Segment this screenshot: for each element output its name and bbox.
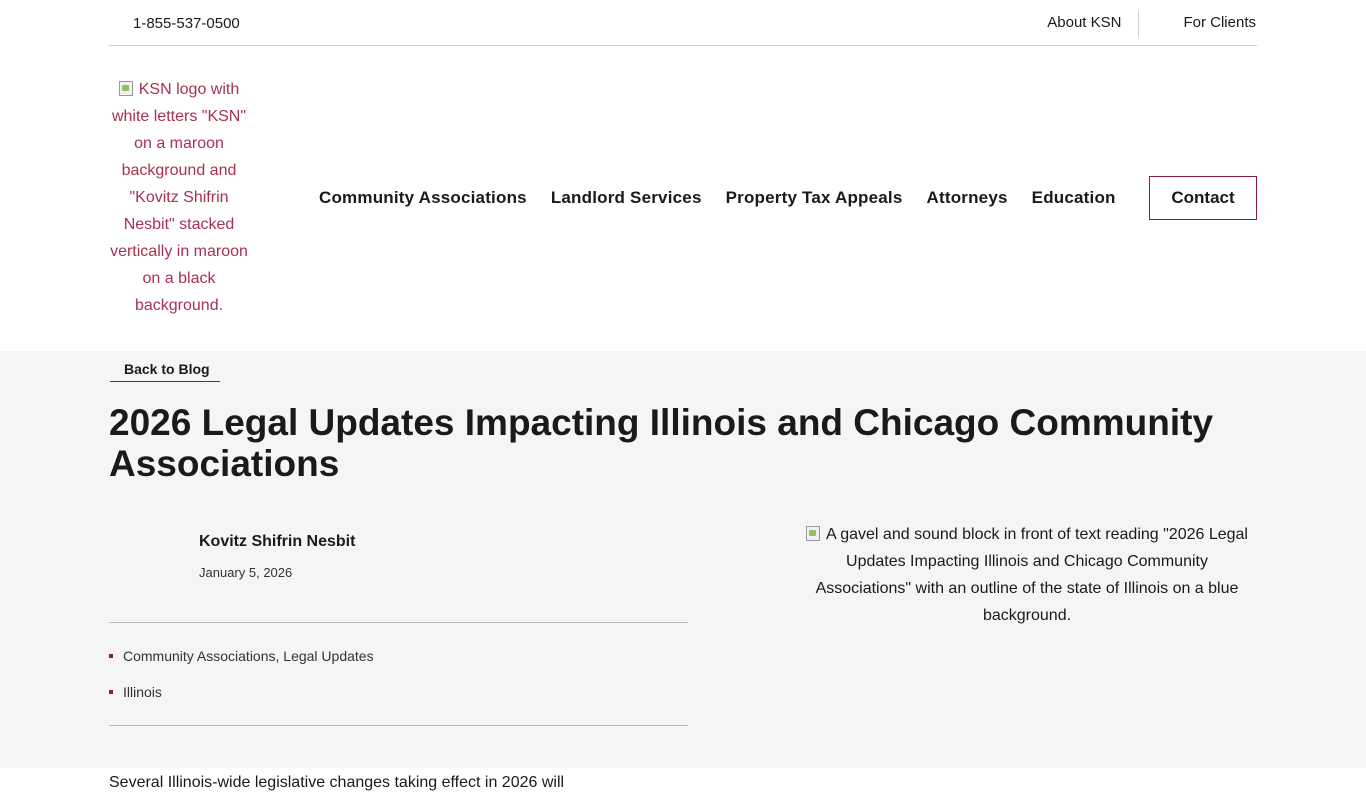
nav-community-associations[interactable]: Community Associations: [307, 188, 539, 208]
contact-button[interactable]: Contact: [1149, 176, 1257, 220]
blog-post: Back to Blog 2026 Legal Updates Impactin…: [0, 351, 1366, 791]
category-item[interactable]: Community Associations, Legal Updates: [109, 647, 374, 683]
site-logo[interactable]: KSN logo with white letters "KSN" on a m…: [109, 76, 249, 319]
main-nav: Community Associations Landlord Services…: [307, 176, 1128, 220]
post-date: January 5, 2026: [199, 565, 293, 580]
logo-alt-text: KSN logo with white letters "KSN" on a m…: [110, 81, 248, 314]
back-to-blog-link[interactable]: Back to Blog: [110, 361, 220, 382]
nav-attorneys[interactable]: Attorneys: [915, 188, 1020, 208]
utility-links: About KSN For Clients: [1047, 0, 1257, 45]
for-clients-link[interactable]: For Clients: [1141, 14, 1256, 31]
meta-divider-top: [109, 622, 688, 623]
broken-image-icon: [118, 81, 133, 96]
post-body-intro: Several Illinois-wide legislative change…: [109, 774, 565, 791]
nav-education[interactable]: Education: [1020, 188, 1128, 208]
author-name[interactable]: Kovitz Shifrin Nesbit: [199, 533, 355, 551]
hero-alt-text: A gavel and sound block in front of text…: [815, 526, 1248, 624]
meta-divider-bottom: [109, 725, 688, 726]
post-categories: Community Associations, Legal Updates Il…: [109, 647, 374, 719]
phone-link[interactable]: 1-855-537-0500: [133, 15, 240, 32]
nav-landlord-services[interactable]: Landlord Services: [539, 188, 714, 208]
utility-bar: 1-855-537-0500 About KSN For Clients: [109, 0, 1257, 46]
broken-image-icon: [806, 526, 820, 541]
category-item[interactable]: Illinois: [109, 683, 374, 719]
about-ksn-link[interactable]: About KSN: [1047, 14, 1121, 31]
hero-image: A gavel and sound block in front of text…: [798, 521, 1256, 629]
nav-property-tax-appeals[interactable]: Property Tax Appeals: [714, 188, 915, 208]
post-title: 2026 Legal Updates Impacting Illinois an…: [109, 402, 1214, 484]
